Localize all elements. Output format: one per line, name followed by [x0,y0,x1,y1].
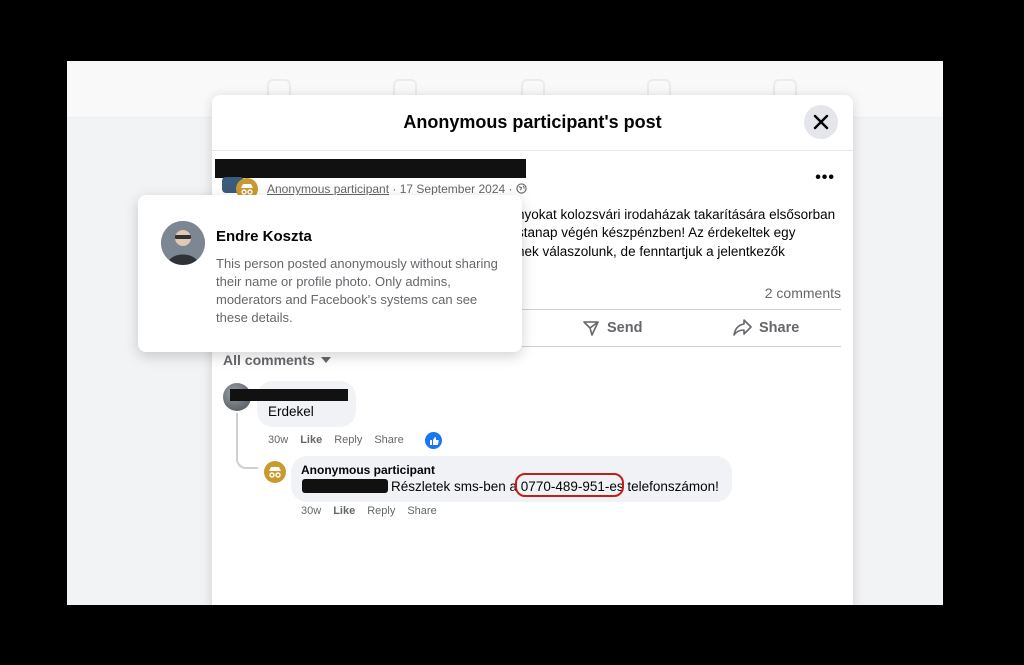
anonymous-avatar[interactable] [264,461,286,483]
close-button[interactable] [804,105,838,139]
comment-time[interactable]: 30w [301,505,321,517]
thread-connector [236,413,258,469]
comment-actions: 30w Like Reply Share [301,505,437,517]
reply-link[interactable]: Reply [334,434,362,446]
share-button[interactable]: Share [733,319,799,336]
hover-card-avatar[interactable] [161,221,205,265]
send-icon [583,321,599,336]
comment-author[interactable]: Anonymous participant [301,463,435,477]
incognito-icon [241,184,253,195]
comment-text: Erdekel [268,404,314,419]
post-text-line-3: nek válaszolunk, de fenntartjuk a jelent… [517,244,785,259]
caret-down-icon [320,357,331,363]
meta-separator: · [389,182,400,196]
all-comments-filter[interactable]: All comments [223,352,331,368]
share-link[interactable]: Share [407,505,436,517]
facebook-viewport: Anonymous participant's post Anonymous p… [67,61,943,605]
more-options-button[interactable]: ••• [815,169,835,187]
post-date[interactable]: 17 September 2024 [400,182,505,196]
like-link[interactable]: Like [333,505,355,517]
incognito-icon [269,467,281,478]
redacted-group-name [215,159,526,178]
profile-hover-card: Endre Koszta This person posted anonymou… [138,195,522,352]
hover-card-description: This person posted anonymously without s… [216,256,498,325]
comments-count[interactable]: 2 comments [765,285,841,301]
redacted-mention [302,479,388,493]
dialog-title: Anonymous participant's post [403,112,662,132]
post-author-link[interactable]: Anonymous participant [267,182,389,196]
phone-number-highlight [515,473,624,497]
like-reaction-badge[interactable] [425,432,442,449]
post-text-line-1: nyokat kolozsvári irodaházak takarításár… [517,207,836,222]
share-icon [733,319,752,336]
comment-actions: 30w Like Reply Share [268,434,404,446]
redacted-commenter-name [230,389,348,401]
reply-link[interactable]: Reply [367,505,395,517]
send-button[interactable]: Send [582,319,642,337]
send-label: Send [607,320,643,336]
post-meta: Anonymous participant · 17 September 202… [267,182,527,196]
share-label: Share [759,319,800,336]
globe-icon [516,183,527,194]
close-icon [813,114,829,130]
hover-card-name[interactable]: Endre Koszta [216,228,312,245]
dialog-header: Anonymous participant's post [212,95,853,151]
post-text-line-2: stanap végén készpénzben! Az érdekeltek … [517,225,796,240]
like-link[interactable]: Like [300,434,322,446]
share-link[interactable]: Share [374,434,403,446]
thumbs-up-icon [429,436,439,445]
all-comments-label: All comments [223,352,315,368]
comment-time[interactable]: 30w [268,434,288,446]
person-photo-icon [161,221,205,265]
meta-separator: · [505,182,516,196]
